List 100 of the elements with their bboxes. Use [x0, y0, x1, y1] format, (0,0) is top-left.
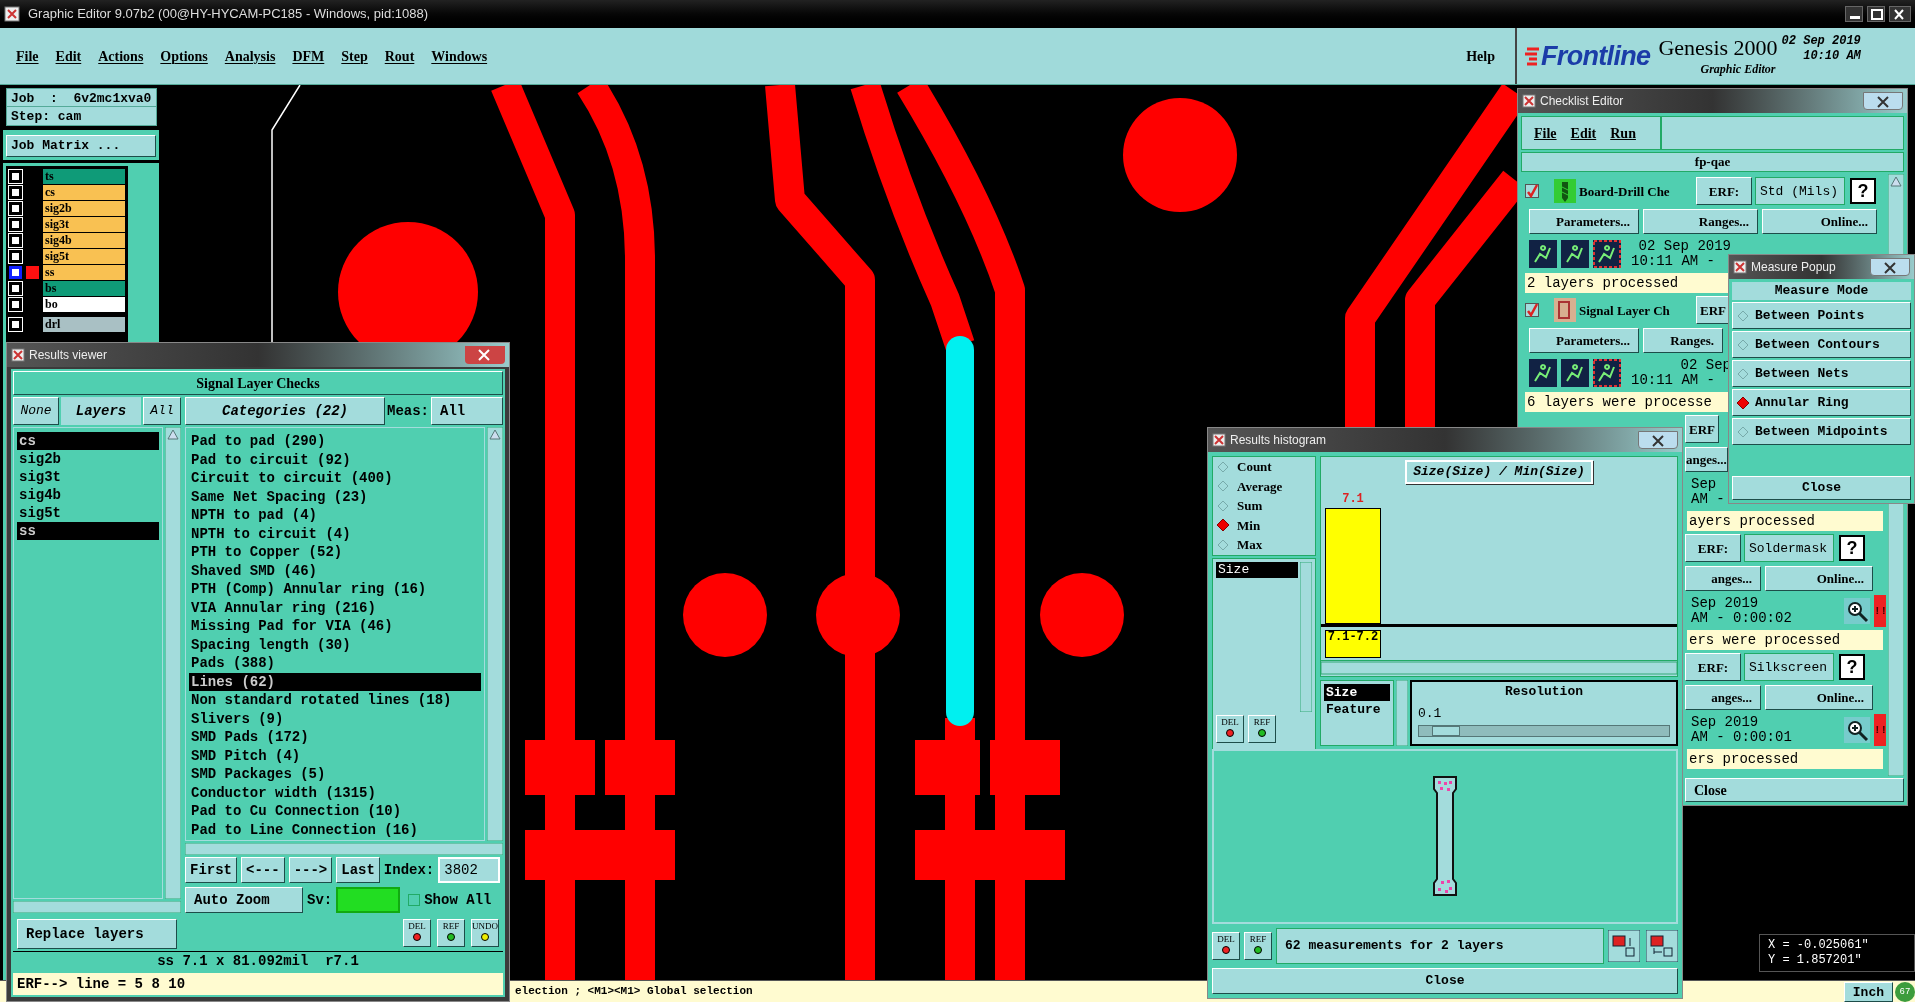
- layer-list-item[interactable]: sig5t: [17, 504, 159, 522]
- layer-name[interactable]: drl: [43, 317, 125, 332]
- tool-button[interactable]: DEL: [403, 919, 431, 947]
- radio-icon[interactable]: [1217, 460, 1229, 473]
- close-button[interactable]: Close: [1212, 968, 1678, 994]
- category-list-item[interactable]: Missing Pad for VIA (46): [189, 617, 481, 636]
- radio-icon[interactable]: [1217, 499, 1229, 512]
- check-checkbox[interactable]: [1525, 184, 1539, 199]
- check-option-button[interactable]: Online...: [1765, 685, 1873, 711]
- mode-label[interactable]: Max: [1237, 535, 1263, 555]
- radio-icon[interactable]: [1217, 538, 1229, 551]
- category-list-item[interactable]: Conductor width (1315): [189, 783, 481, 802]
- check-option-button[interactable]: Ranges.: [1643, 328, 1723, 354]
- category-list-item[interactable]: PTH (Comp) Annular ring (16): [189, 580, 481, 599]
- nav-button[interactable]: Last: [336, 857, 380, 883]
- layer-list-item[interactable]: cs: [17, 432, 159, 450]
- tool-button[interactable]: DEL: [1216, 714, 1244, 743]
- measure-mode-option[interactable]: Between Nets: [1732, 360, 1911, 387]
- category-list-item[interactable]: Circuit to circuit (400): [189, 469, 481, 488]
- menu-item[interactable]: Rout: [384, 45, 415, 67]
- category-list-item[interactable]: Pad to Line Connection (16): [189, 820, 481, 839]
- none-button[interactable]: None: [13, 397, 59, 425]
- erf-button[interactable]: ERF: [1685, 415, 1719, 444]
- resolution-slider[interactable]: [1418, 725, 1670, 737]
- group-by-item[interactable]: Size: [1324, 684, 1390, 701]
- erf-button[interactable]: ERF: [1696, 296, 1730, 325]
- check-option-button[interactable]: anges...: [1685, 447, 1728, 473]
- layer-checkbox[interactable]: [9, 318, 22, 331]
- help-menu[interactable]: Help: [1466, 45, 1495, 67]
- category-list-item[interactable]: VIA Annular ring (216): [189, 598, 481, 617]
- replace-layers-dropdown[interactable]: Replace layers: [17, 919, 177, 949]
- field-list-item[interactable]: Size: [1216, 561, 1298, 578]
- category-list-item[interactable]: Spacing length (30): [189, 635, 481, 654]
- layer-name[interactable]: sig3t: [43, 217, 125, 232]
- layer-list-item[interactable]: sig3t: [17, 468, 159, 486]
- layer-name[interactable]: sig5t: [43, 249, 125, 264]
- mode-label[interactable]: Min: [1237, 515, 1261, 535]
- layer-name[interactable]: sig2b: [43, 201, 125, 216]
- layer-checkbox[interactable]: [9, 234, 22, 247]
- tool-button[interactable]: UNDO: [471, 919, 499, 947]
- category-list-item[interactable]: PTH to Copper (52): [189, 543, 481, 562]
- help-button[interactable]: ?: [1850, 178, 1876, 205]
- layer-name[interactable]: ts: [43, 169, 125, 184]
- layer-checkbox[interactable]: [9, 282, 22, 295]
- mode-label[interactable]: Count: [1237, 457, 1272, 477]
- close-button[interactable]: Close: [1685, 778, 1904, 802]
- check-option-button[interactable]: Ranges...: [1643, 209, 1758, 235]
- layer-name[interactable]: bs: [43, 281, 125, 296]
- menu-item[interactable]: Run: [1610, 122, 1636, 144]
- mode-label[interactable]: Average: [1237, 476, 1283, 496]
- erf-field[interactable]: Std (Mils): [1755, 177, 1845, 206]
- category-list-item[interactable]: Pad to circuit (92): [189, 450, 481, 469]
- menu-item[interactable]: Actions: [98, 45, 144, 67]
- erf-button[interactable]: ERF:: [1696, 177, 1752, 206]
- tool-button[interactable]: REF: [1244, 932, 1272, 960]
- category-list-item[interactable]: Slivers (9): [189, 709, 481, 728]
- job-matrix-button[interactable]: Job Matrix ...: [6, 134, 156, 157]
- menu-item[interactable]: Options: [160, 45, 208, 67]
- show-all-checkbox[interactable]: [408, 894, 421, 906]
- help-button[interactable]: ?: [1839, 654, 1865, 681]
- erf-field[interactable]: Silkscreen: [1744, 653, 1834, 682]
- menu-item[interactable]: Edit: [55, 45, 82, 67]
- erf-button[interactable]: ERF:: [1685, 653, 1741, 682]
- menu-item[interactable]: Analysis: [224, 45, 276, 67]
- check-option-button[interactable]: Parameters...: [1529, 328, 1639, 354]
- group-by-item[interactable]: Feature: [1324, 701, 1390, 718]
- tool-button[interactable]: REF: [1248, 714, 1276, 743]
- nav-button[interactable]: <---: [241, 857, 285, 883]
- meas-dropdown[interactable]: All: [431, 397, 503, 425]
- category-list-item[interactable]: Shaved SMD (46): [189, 561, 481, 580]
- category-list-item[interactable]: SMD Pads (172): [189, 728, 481, 747]
- category-list-item[interactable]: SMD Packages (5): [189, 765, 481, 784]
- category-list-item[interactable]: NPTH to circuit (4): [189, 524, 481, 543]
- layer-checkbox[interactable]: [9, 170, 22, 183]
- nav-button[interactable]: --->: [288, 857, 333, 883]
- category-list-item[interactable]: NPTH to pad (4): [189, 506, 481, 525]
- check-option-button[interactable]: Parameters...: [1529, 209, 1639, 235]
- check-option-button[interactable]: Online...: [1765, 566, 1873, 592]
- layer-name[interactable]: sig4b: [43, 233, 125, 248]
- layer-list-item[interactable]: ss: [17, 522, 159, 540]
- mode-label[interactable]: Sum: [1237, 496, 1263, 516]
- menu-item[interactable]: Windows: [431, 45, 488, 67]
- category-list-item[interactable]: SMD Pitch (4): [189, 746, 481, 765]
- measure-mode-option[interactable]: Between Midpoints: [1732, 418, 1911, 445]
- layer-name[interactable]: bo: [43, 297, 125, 312]
- category-list-item[interactable]: Pads (388): [189, 654, 481, 673]
- check-option-button[interactable]: anges...: [1685, 566, 1761, 592]
- index-field[interactable]: 3802: [438, 857, 501, 883]
- layer-list-item[interactable]: sig4b: [17, 486, 159, 504]
- check-option-button[interactable]: Online...: [1762, 209, 1877, 235]
- check-checkbox[interactable]: [1525, 303, 1539, 318]
- layer-checkbox[interactable]: [9, 202, 22, 215]
- layer-checkbox[interactable]: [9, 266, 22, 279]
- layer-checkbox[interactable]: [9, 298, 22, 311]
- menu-item[interactable]: File: [1534, 122, 1557, 144]
- close-button[interactable]: Close: [1732, 476, 1911, 500]
- category-list-item[interactable]: Same Net Spacing (23): [189, 487, 481, 506]
- measure-mode-option[interactable]: Between Points: [1732, 302, 1911, 329]
- measure-mode-option[interactable]: Between Contours: [1732, 331, 1911, 358]
- layer-list-item[interactable]: sig2b: [17, 450, 159, 468]
